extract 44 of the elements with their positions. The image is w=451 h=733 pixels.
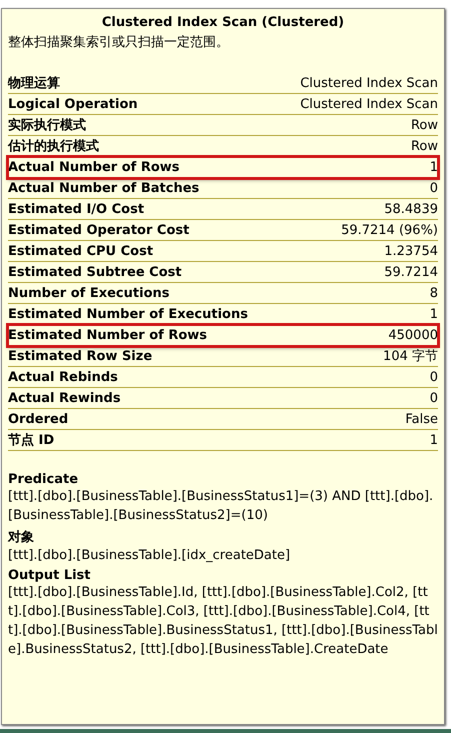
- property-label: 估计的执行模式: [8, 138, 99, 155]
- property-value: Clustered Index Scan: [300, 76, 438, 90]
- property-value: 1: [430, 160, 438, 174]
- property-label: Actual Rebinds: [8, 370, 118, 384]
- property-label: Actual Rewinds: [8, 390, 121, 406]
- property-label: Estimated Number of Rows: [8, 328, 208, 342]
- property-value: 59.7214 (96%): [341, 222, 438, 238]
- property-label: 节点 ID: [8, 432, 54, 449]
- property-label: Actual Number of Rows: [8, 160, 180, 174]
- section-heading: Predicate: [8, 472, 80, 487]
- property-label: 实际执行模式: [8, 116, 86, 134]
- section-heading: 对象: [8, 529, 35, 546]
- property-label: Actual Number of Batches: [8, 180, 200, 196]
- property-value: 58.4839: [384, 202, 438, 216]
- section-text: [ttt].[dbo].[BusinessTable].[idx_createDate]: [8, 547, 292, 565]
- property-value: 0: [430, 390, 438, 406]
- property-value: Clustered Index Scan: [300, 96, 438, 112]
- tooltip-title: Clustered Index Scan (Clustered): [100, 15, 346, 30]
- property-value: Row: [410, 138, 438, 154]
- section-heading: Output List: [8, 568, 92, 583]
- property-label: 物理运算: [8, 75, 60, 92]
- property-label: Ordered: [8, 412, 68, 426]
- property-label: Estimated Operator Cost: [8, 222, 190, 238]
- property-value: False: [405, 412, 438, 426]
- property-value: 1.23754: [384, 244, 438, 258]
- section-text: [ttt].[dbo].[BusinessTable].Id, [ttt].[dbo].[BusinessTable].Col2, [ttt].[dbo].[BusinessTable].Col3, [ttt].[dbo].[BusinessTable].Col4, [ttt].[dbo].[BusinessTable].BusinessStatus1, [ttt].[dbo].[BusinessTable].BusinessStatus2, [ttt].[dbo].[BusinessTable].CreateDate: [8, 584, 438, 659]
- property-label: Estimated Subtree Cost: [8, 264, 182, 280]
- property-label: Logical Operation: [8, 96, 138, 112]
- property-value: 8: [430, 286, 438, 300]
- property-value: 59.7214: [384, 264, 438, 280]
- property-value: 104 字节: [383, 348, 438, 365]
- property-value: 450000: [388, 328, 438, 342]
- property-value: 0: [430, 370, 438, 384]
- property-label: Estimated Number of Executions: [8, 306, 248, 322]
- property-value: 1: [430, 306, 438, 322]
- property-label: Estimated I/O Cost: [8, 202, 144, 216]
- property-value: Row: [410, 118, 438, 132]
- tooltip-description: 整体扫描聚集索引或只扫描一定范围。: [8, 34, 230, 51]
- property-value: 1: [430, 432, 438, 448]
- property-label: Number of Executions: [8, 286, 170, 300]
- property-value: 0: [430, 180, 438, 196]
- section-text: [ttt].[dbo].[BusinessTable].[BusinessStatus1]=(3) AND [ttt].[dbo].[BusinessTable].[BusinessStatus2]=(10): [8, 488, 434, 525]
- property-label: Estimated CPU Cost: [8, 244, 154, 258]
- property-label: Estimated Row Size: [8, 348, 152, 364]
